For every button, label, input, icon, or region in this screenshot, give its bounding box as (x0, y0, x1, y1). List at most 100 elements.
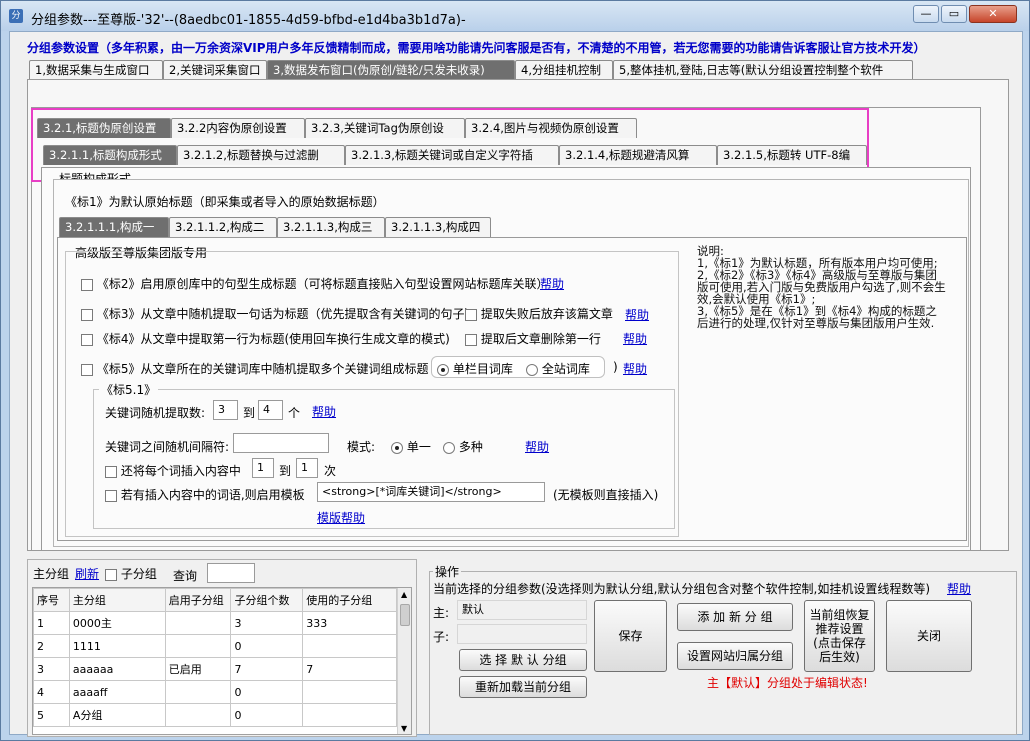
column-header[interactable]: 序号 (33, 588, 70, 612)
table-cell: aaaaff (68, 680, 166, 704)
insert-to-label: 到 (279, 464, 292, 478)
close-button[interactable]: 关闭 (886, 600, 972, 672)
table-row[interactable]: 2 1111 0 (33, 634, 397, 658)
scroll-up-icon[interactable]: ▲ (401, 590, 407, 599)
table-row[interactable]: 3 aaaaaa 已启用 7 7 (33, 657, 397, 681)
opt2-checkbox[interactable] (81, 278, 93, 291)
mode-multi-row[interactable]: 多种 (443, 438, 483, 455)
tab-l5-2[interactable]: 3.2.1.1.2,构成二 (169, 217, 277, 237)
scroll-thumb[interactable] (400, 604, 410, 626)
template-label: 若有插入内容中的词语,则启用模板 (120, 488, 305, 502)
count-to-input[interactable]: 4 (258, 400, 283, 420)
table-row[interactable]: 5 A分组 0 (33, 703, 397, 727)
radio-all-lib-row[interactable]: 全站词库 (526, 360, 590, 377)
opt3-checkbox[interactable] (81, 308, 93, 321)
template-input[interactable]: <strong>[*词库关键词]</strong> (317, 482, 545, 502)
mode-multi-label: 多种 (458, 440, 483, 454)
edit-status: 主【默认】分组处于编辑状态! (707, 676, 868, 690)
tab-l5-1[interactable]: 3.2.1.1.1,构成一 (59, 217, 169, 237)
sub-value-field (457, 624, 587, 644)
maximize-button[interactable]: ▭ (941, 5, 967, 23)
mode-single-row[interactable]: 单一 (391, 438, 431, 455)
opt4-checkbox[interactable] (81, 333, 93, 346)
opt5-row: 《标5》从文章所在的关键词库中随机提取多个关键词组成标题（ (81, 360, 440, 377)
table-cell: 3 (33, 657, 70, 681)
column-header[interactable]: 使用的子分组 (302, 588, 397, 612)
opt2-help-link[interactable]: 帮助 (540, 275, 564, 292)
app-icon: 分 (9, 9, 23, 23)
mode-single-radio[interactable] (391, 441, 403, 454)
table-cell: 4 (33, 680, 70, 704)
tab-l1-3[interactable]: 3,数据发布窗口(伪原创/链轮/只发未收录) (267, 60, 515, 80)
sub-group-row: 子分组 (105, 565, 157, 582)
radio-single-lib-label: 单栏目词库 (452, 362, 513, 376)
sep-help-link[interactable]: 帮助 (525, 438, 549, 455)
opt2-label: 《标2》启用原创库中的句型生成标题（可将标题直接贴入句型设置网站标题库关联） (96, 277, 549, 291)
query-input[interactable] (207, 563, 255, 583)
explain-line-3: 3,《标5》是在《标1》到《标4》构成的标题之后进行的处理,仅针对至尊版与集团版… (697, 304, 937, 330)
opt3b-checkbox[interactable] (465, 308, 477, 321)
column-header[interactable]: 子分组个数 (230, 588, 304, 612)
reload-group-button[interactable]: 重新加载当前分组 (459, 676, 587, 698)
opt3-label: 《标3》从文章中随机提取一句话为标题（优先提取含有关键词的句子） (96, 307, 477, 321)
template-checkbox[interactable] (105, 489, 117, 502)
opt5-help-link[interactable]: 帮助 (623, 360, 647, 377)
table-cell: 已启用 (164, 657, 232, 681)
insert-to-input[interactable]: 1 (296, 458, 318, 478)
column-header[interactable]: 启用子分组 (164, 588, 232, 612)
table-cell (302, 703, 397, 727)
table-row[interactable]: 1 0000主 3 333 (33, 611, 397, 635)
opt3-help-link[interactable]: 帮助 (625, 306, 649, 323)
table-cell: 1 (33, 611, 70, 635)
count-help-link[interactable]: 帮助 (312, 403, 336, 420)
set-site-group-button[interactable]: 设置网站归属分组 (677, 642, 793, 670)
opt4b-checkbox[interactable] (465, 333, 477, 346)
count-label: 关键词随机提取数: (105, 406, 206, 420)
opt4-label: 《标4》从文章中提取第一行为标题(使用回车换行生成文章的模式) (96, 332, 450, 346)
insert-checkbox[interactable] (105, 465, 117, 478)
tab-l5-4[interactable]: 3.2.1.1.3,构成四 (385, 217, 491, 237)
table-cell: 7 (302, 657, 397, 681)
table-row[interactable]: 4 aaaaff 0 (33, 680, 397, 704)
radio-single-lib[interactable] (437, 363, 449, 376)
sub-group-label: 子分组 (120, 567, 157, 581)
column-header[interactable]: 主分组 (68, 588, 166, 612)
radio-single-lib-row[interactable]: 单栏目词库 (437, 360, 513, 377)
explain-box: 说明: 1,《标1》为默认标题，所有版本用户均可使用; 2,《标2》《标3》《标4… (697, 245, 947, 329)
table-cell: 5 (33, 703, 70, 727)
tab-l1-4[interactable]: 4,分组挂机控制 (515, 60, 613, 80)
add-group-button[interactable]: 添 加 新 分 组 (677, 603, 793, 631)
scroll-down-icon[interactable]: ▼ (401, 724, 407, 733)
sub-group-checkbox[interactable] (105, 568, 117, 581)
opt4-help-link[interactable]: 帮助 (623, 330, 647, 347)
biao51-title: 《标5.1》 (99, 381, 159, 398)
tab-l5-3[interactable]: 3.2.1.1.3,构成三 (277, 217, 385, 237)
tab-l1-1[interactable]: 1,数据采集与生成窗口 (29, 60, 163, 80)
mode-single-label: 单一 (406, 440, 431, 454)
minimize-button[interactable]: — (913, 5, 939, 23)
radio-all-lib[interactable] (526, 363, 538, 376)
template-help-link[interactable]: 模版帮助 (317, 509, 365, 526)
ops-help-link[interactable]: 帮助 (947, 580, 971, 597)
opt5-checkbox[interactable] (81, 363, 93, 376)
restore-recommend-button[interactable]: 当前组恢复推荐设置(点击保存后生效) (804, 600, 875, 672)
table-cell (164, 680, 232, 704)
sub-label: 子: (433, 630, 450, 644)
refresh-link[interactable]: 刷新 (75, 565, 99, 582)
select-default-button[interactable]: 选 择 默 认 分组 (459, 649, 587, 671)
tab-l1-2[interactable]: 2,关键词采集窗口 (163, 60, 267, 80)
mode-multi-radio[interactable] (443, 441, 455, 454)
tab-l1-5[interactable]: 5,整体挂机,登陆,日志等(默认分组设置控制整个软件 (613, 60, 913, 80)
insert-from-input[interactable]: 1 (252, 458, 274, 478)
table-cell: 0 (230, 634, 304, 658)
table-cell (164, 703, 232, 727)
sep-input[interactable] (233, 433, 329, 453)
count-from-input[interactable]: 3 (213, 400, 238, 420)
close-window-button[interactable]: ✕ (969, 5, 1017, 23)
opt3b-row: 提取失败后放弃该篇文章 (465, 305, 613, 322)
ops-title: 操作 (433, 563, 462, 580)
table-scrollbar[interactable]: ▲ ▼ (397, 588, 411, 734)
table-cell: 333 (302, 611, 397, 635)
table-cell: A分组 (68, 703, 166, 727)
save-button[interactable]: 保存 (594, 600, 667, 672)
